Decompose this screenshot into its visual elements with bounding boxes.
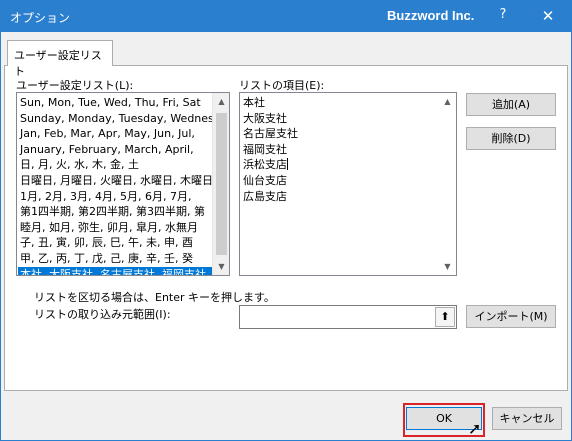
list-entry-line: 仙台支店 [240, 173, 456, 189]
list-entry-line: 浜松支店 [240, 157, 456, 173]
separator-hint: リストを区切る場合は、Enter キーを押します。 [34, 291, 275, 304]
cancel-button[interactable]: キャンセル [492, 407, 562, 430]
custom-lists-scrollbar[interactable]: ▲ ▼ [212, 93, 229, 275]
tab-custom-lists[interactable]: ユーザー設定リスト [7, 40, 113, 78]
list-entries-textbox[interactable]: 本社大阪支社名古屋支社 福岡支社浜松支店 仙台支店広島支店 ▲ ▼ [239, 92, 457, 276]
list-item[interactable]: Jan, Feb, Mar, Apr, May, Jun, Jul, [18, 126, 212, 142]
list-entries-label: リストの項目(E): [239, 79, 325, 92]
mouse-pointer-icon: ➚ [468, 419, 482, 438]
list-item[interactable]: 本社, 大阪支社, 名古屋支社, 福岡支社 [18, 266, 212, 275]
list-entry-line: 福岡支社 [240, 142, 456, 158]
list-item[interactable]: Sun, Mon, Tue, Wed, Thu, Fri, Sat [18, 95, 212, 111]
list-entry-line: 本社 [240, 95, 456, 111]
add-button[interactable]: 追加(A) [466, 93, 556, 116]
list-item[interactable]: 甲, 乙, 丙, 丁, 戊, 己, 庚, 辛, 壬, 癸 [18, 251, 212, 267]
list-entry-text: 大阪支社 [243, 111, 287, 125]
title-bar: オプション Buzzword Inc. ? ✕ [1, 1, 571, 32]
import-button[interactable]: インポート(M) [466, 305, 556, 328]
range-picker-icon[interactable]: ⬆ [435, 307, 455, 327]
list-entry-text: 本社 [243, 96, 265, 109]
list-entry-text: 広島支店 [243, 189, 287, 203]
list-entry-line: 名古屋支社 [240, 126, 456, 142]
scroll-down-icon[interactable]: ▼ [213, 258, 229, 275]
custom-lists-listbox[interactable]: Sun, Mon, Tue, Wed, Thu, Fri, Sat Sunday,… [16, 92, 230, 276]
import-range-field[interactable]: ⬆ [239, 305, 457, 329]
list-item[interactable]: 睦月, 如月, 弥生, 卯月, 皐月, 水無月 [18, 220, 212, 236]
list-entries-lines: 本社大阪支社名古屋支社 福岡支社浜松支店 仙台支店広島支店 [240, 93, 456, 204]
window-title: オプション [10, 11, 71, 25]
list-item[interactable]: 第1四半期, 第2四半期, 第3四半期, 第 [18, 204, 212, 220]
custom-lists-rows: Sun, Mon, Tue, Wed, Thu, Fri, Sat Sunday,… [18, 95, 212, 275]
import-range-label: リストの取り込み元範囲(I): [34, 308, 171, 321]
text-caret [287, 158, 288, 171]
help-icon[interactable]: ? [491, 7, 515, 27]
list-item[interactable]: January, February, March, April, [18, 142, 212, 158]
list-item[interactable]: 子, 丑, 寅, 卯, 辰, 巳, 午, 未, 申, 酉 [18, 235, 212, 251]
custom-lists-label: ユーザー設定リスト(L): [16, 79, 134, 92]
delete-button[interactable]: 削除(D) [466, 127, 556, 150]
list-item[interactable]: 日, 月, 火, 水, 木, 金, 土 [18, 157, 212, 173]
list-item[interactable]: 1月, 2月, 3月, 4月, 5月, 6月, 7月, [18, 189, 212, 205]
list-item[interactable]: 日曜日, 月曜日, 火曜日, 水曜日, 木曜日 [18, 173, 212, 189]
scroll-up-icon[interactable]: ▲ [439, 93, 456, 110]
list-entry-text: 名古屋支社 [243, 127, 298, 141]
close-icon[interactable]: ✕ [536, 7, 560, 27]
brand-name: Buzzword Inc. [387, 8, 475, 23]
list-entry-line: 大阪支社 [240, 111, 456, 127]
scroll-up-icon[interactable]: ▲ [213, 93, 229, 110]
options-dialog: オプション Buzzword Inc. ? ✕ ユーザー設定リスト ユーザー設定… [0, 0, 572, 441]
scroll-thumb[interactable] [216, 113, 227, 255]
list-entry-text: 福岡支社 [243, 142, 287, 156]
list-entry-text: 仙台支店 [243, 173, 287, 187]
list-entries-scrollbar[interactable]: ▲ ▼ [439, 93, 456, 275]
list-item[interactable]: Sunday, Monday, Tuesday, Wednesday [18, 111, 212, 127]
list-entry-text: 浜松支店 [243, 158, 287, 172]
scroll-down-icon[interactable]: ▼ [439, 258, 456, 275]
list-entry-line: 広島支店 [240, 189, 456, 205]
